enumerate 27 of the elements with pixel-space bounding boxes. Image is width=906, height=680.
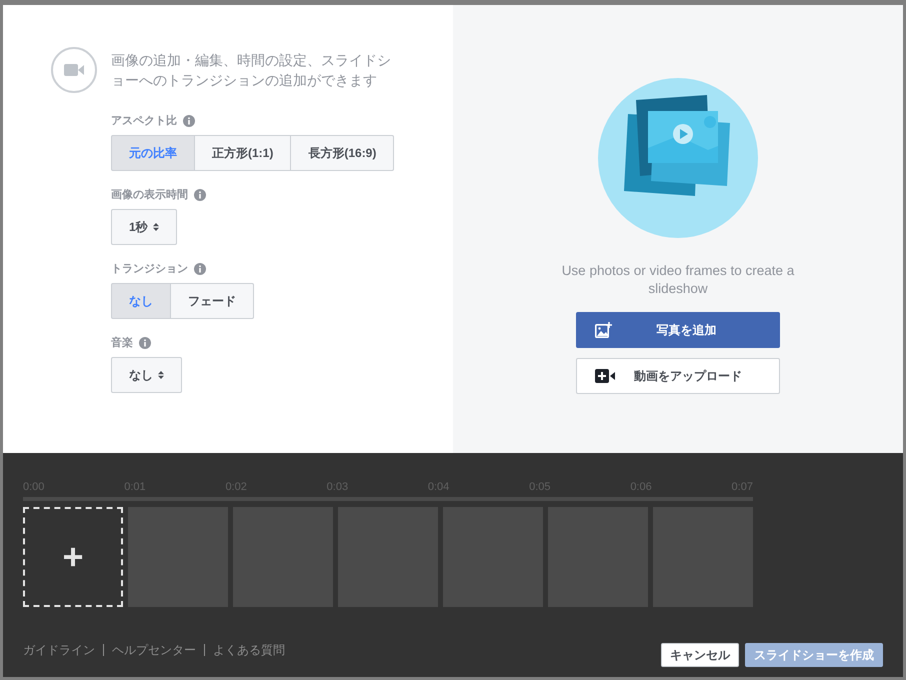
footer-link[interactable]: ヘルプセンター <box>112 642 196 658</box>
video-add-icon <box>595 369 615 383</box>
sort-arrows-icon <box>158 371 164 379</box>
add-photos-button[interactable]: 写真を追加 <box>576 312 780 348</box>
setting-label: アスペクト比 <box>111 114 177 128</box>
footer-link[interactable]: ガイドライン <box>23 642 95 658</box>
segment-option[interactable]: フェード <box>170 283 254 319</box>
intro-text: 画像の追加・編集、時間の設定、スライドショーへのトランジションの追加ができます <box>111 51 392 90</box>
video-camera-icon <box>51 47 97 93</box>
upload-video-button[interactable]: 動画をアップロード <box>576 358 780 394</box>
info-icon[interactable] <box>139 336 151 348</box>
image-add-icon <box>595 322 612 338</box>
info-icon[interactable] <box>194 188 206 200</box>
empty-state-message: Use photos or video frames to create a slideshow <box>560 262 796 298</box>
add-image-slot[interactable]: + <box>23 507 123 607</box>
footer-link[interactable]: よくある質問 <box>213 642 285 658</box>
segment-option[interactable]: 正方形(1:1) <box>194 135 292 171</box>
select-dropdown[interactable]: 1秒 <box>111 209 177 245</box>
sort-arrows-icon <box>152 223 159 231</box>
info-icon[interactable] <box>183 114 195 126</box>
setting-label: 画像の表示時間 <box>111 188 188 202</box>
cancel-button[interactable]: キャンセル <box>661 643 739 667</box>
select-dropdown[interactable]: なし <box>111 357 182 393</box>
setting-label: 音楽 <box>111 336 133 350</box>
segment-option[interactable]: 長方形(16:9) <box>290 135 394 171</box>
setting-label: トランジション <box>111 262 188 276</box>
info-icon[interactable] <box>194 262 206 274</box>
